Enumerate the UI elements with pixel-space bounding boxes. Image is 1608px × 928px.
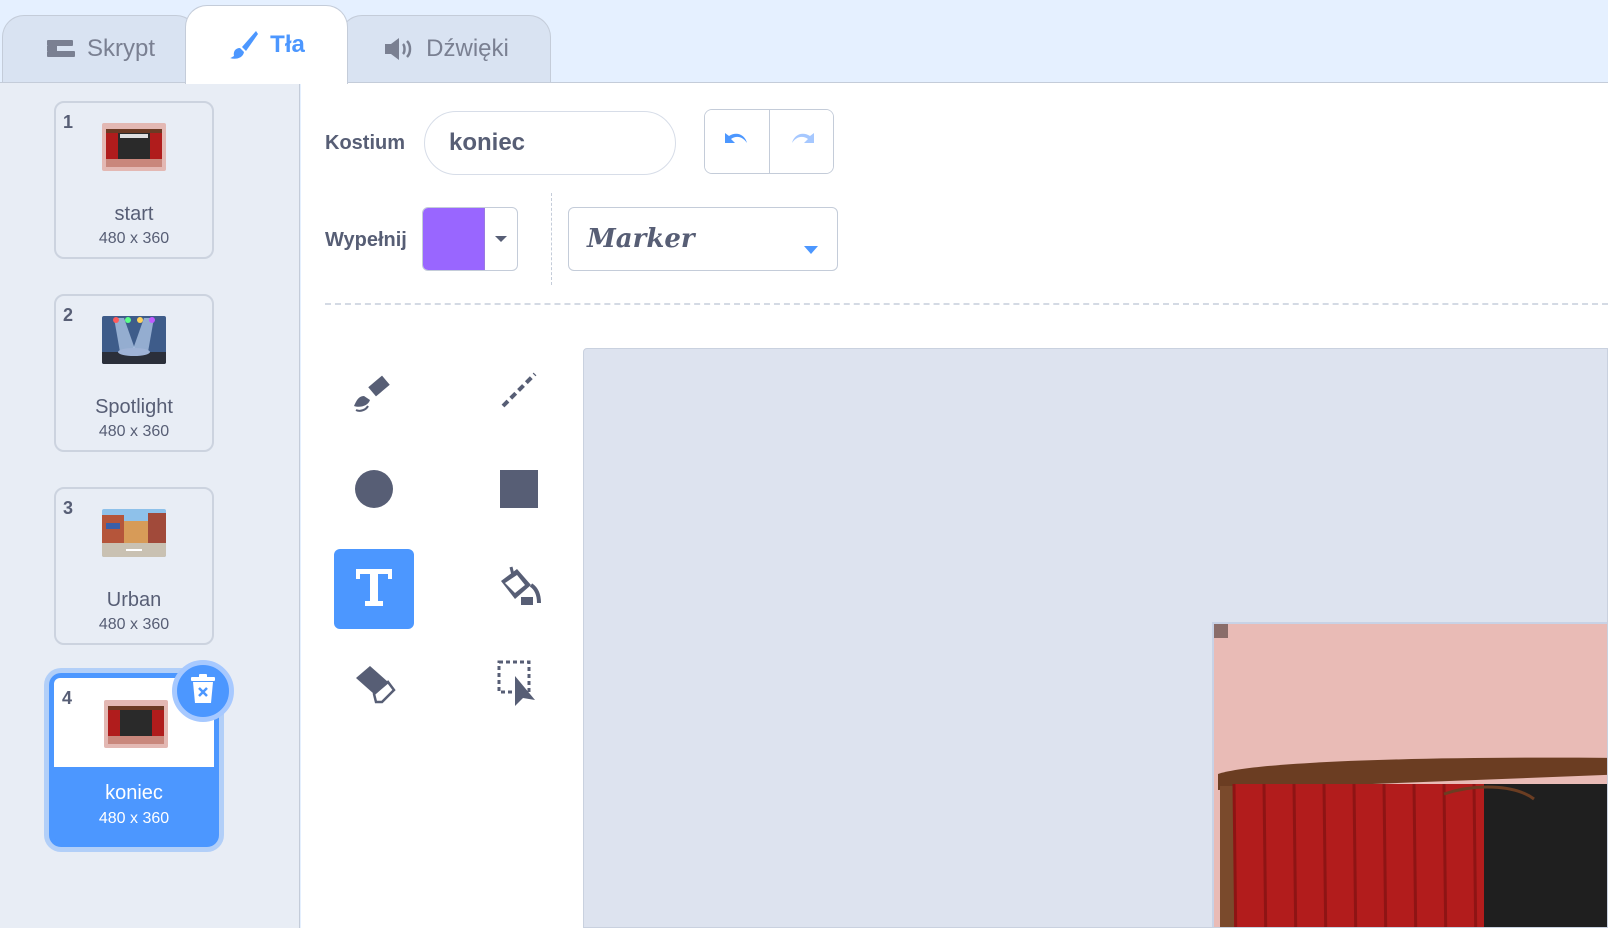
- eraser-tool[interactable]: [334, 646, 414, 726]
- fill-label: Wypełnij: [325, 229, 407, 251]
- chevron-down-icon: [803, 232, 819, 262]
- font-dropdown-value: Marker: [587, 224, 695, 254]
- rectangle-icon: [497, 467, 541, 516]
- tab-sounds[interactable]: Dźwięki: [340, 15, 551, 82]
- toolbar-divider: [551, 193, 552, 285]
- paint-canvas[interactable]: [583, 348, 1608, 928]
- line-tool[interactable]: [479, 352, 559, 432]
- backdrop-size: 480 x 360: [98, 810, 170, 827]
- text-tool[interactable]: [334, 549, 414, 629]
- backdrop-name: koniec: [105, 782, 163, 804]
- rectangle-tool[interactable]: [479, 451, 559, 531]
- backdrop-image: [1212, 622, 1607, 927]
- backdrop-number: 2: [63, 305, 74, 325]
- trash-icon: [189, 673, 217, 710]
- backdrop-size: 480 x 360: [98, 230, 170, 247]
- undo-button[interactable]: [705, 110, 769, 173]
- backdrop-thumbnail: [102, 509, 166, 557]
- undo-icon: [721, 127, 753, 156]
- undo-redo-group: [704, 109, 834, 174]
- fill-color-swatch: [423, 208, 485, 270]
- backdrop-number: 1: [63, 112, 74, 132]
- costume-name-label: Kostium: [325, 132, 405, 154]
- backdrop-list-scroll-area: [270, 83, 300, 928]
- fill-color-picker[interactable]: [422, 207, 518, 271]
- editor-tabs: Skrypt Dźwięki Tła: [0, 0, 1608, 84]
- tab-backdrops-label: Tła: [270, 31, 305, 58]
- backdrop-thumbnail: [104, 700, 168, 748]
- backdrop-size: 480 x 360: [98, 616, 170, 633]
- circle-tool[interactable]: [334, 451, 414, 531]
- font-dropdown[interactable]: Marker: [568, 207, 838, 271]
- brush-icon: [228, 29, 260, 61]
- backdrop-number: 3: [63, 498, 74, 518]
- paint-bucket-icon: [493, 563, 545, 616]
- caret-down-icon: [485, 208, 517, 270]
- backdrop-name: start: [114, 203, 154, 225]
- backdrop-list: 1 start 480 x 360 2 Spotlight 480 x 360 …: [0, 83, 270, 928]
- delete-backdrop-button[interactable]: [172, 660, 234, 722]
- brush-icon: [348, 366, 400, 419]
- tab-code[interactable]: Skrypt: [2, 15, 198, 82]
- backdrop-name: Spotlight: [95, 396, 173, 418]
- redo-button[interactable]: [769, 110, 833, 173]
- backdrop-thumbnail: [102, 316, 166, 364]
- circle-icon: [352, 467, 396, 516]
- tab-sounds-label: Dźwięki: [426, 35, 509, 62]
- select-icon: [495, 658, 543, 715]
- code-icon: [45, 37, 77, 61]
- redo-icon: [786, 127, 818, 156]
- backdrop-name: Urban: [106, 589, 162, 611]
- select-tool[interactable]: [479, 646, 559, 726]
- backdrop-item-spotlight[interactable]: 2 Spotlight 480 x 360: [54, 294, 214, 452]
- line-icon: [497, 368, 541, 417]
- backdrop-size: 480 x 360: [98, 423, 170, 440]
- eraser-icon: [348, 660, 400, 713]
- toolbar-separator: [325, 303, 1608, 305]
- brush-tool[interactable]: [334, 352, 414, 432]
- costume-name-input[interactable]: [424, 111, 676, 175]
- fill-tool[interactable]: [479, 549, 559, 629]
- backdrop-item-urban[interactable]: 3 Urban 480 x 360: [54, 487, 214, 645]
- speaker-icon: [382, 36, 416, 62]
- text-icon: [354, 565, 394, 614]
- backdrop-number: 4: [62, 688, 73, 708]
- backdrop-item-start[interactable]: 1 start 480 x 360: [54, 101, 214, 259]
- backdrop-thumbnail: [102, 123, 166, 171]
- tab-backdrops[interactable]: Tła: [185, 5, 348, 84]
- tab-code-label: Skrypt: [86, 35, 155, 62]
